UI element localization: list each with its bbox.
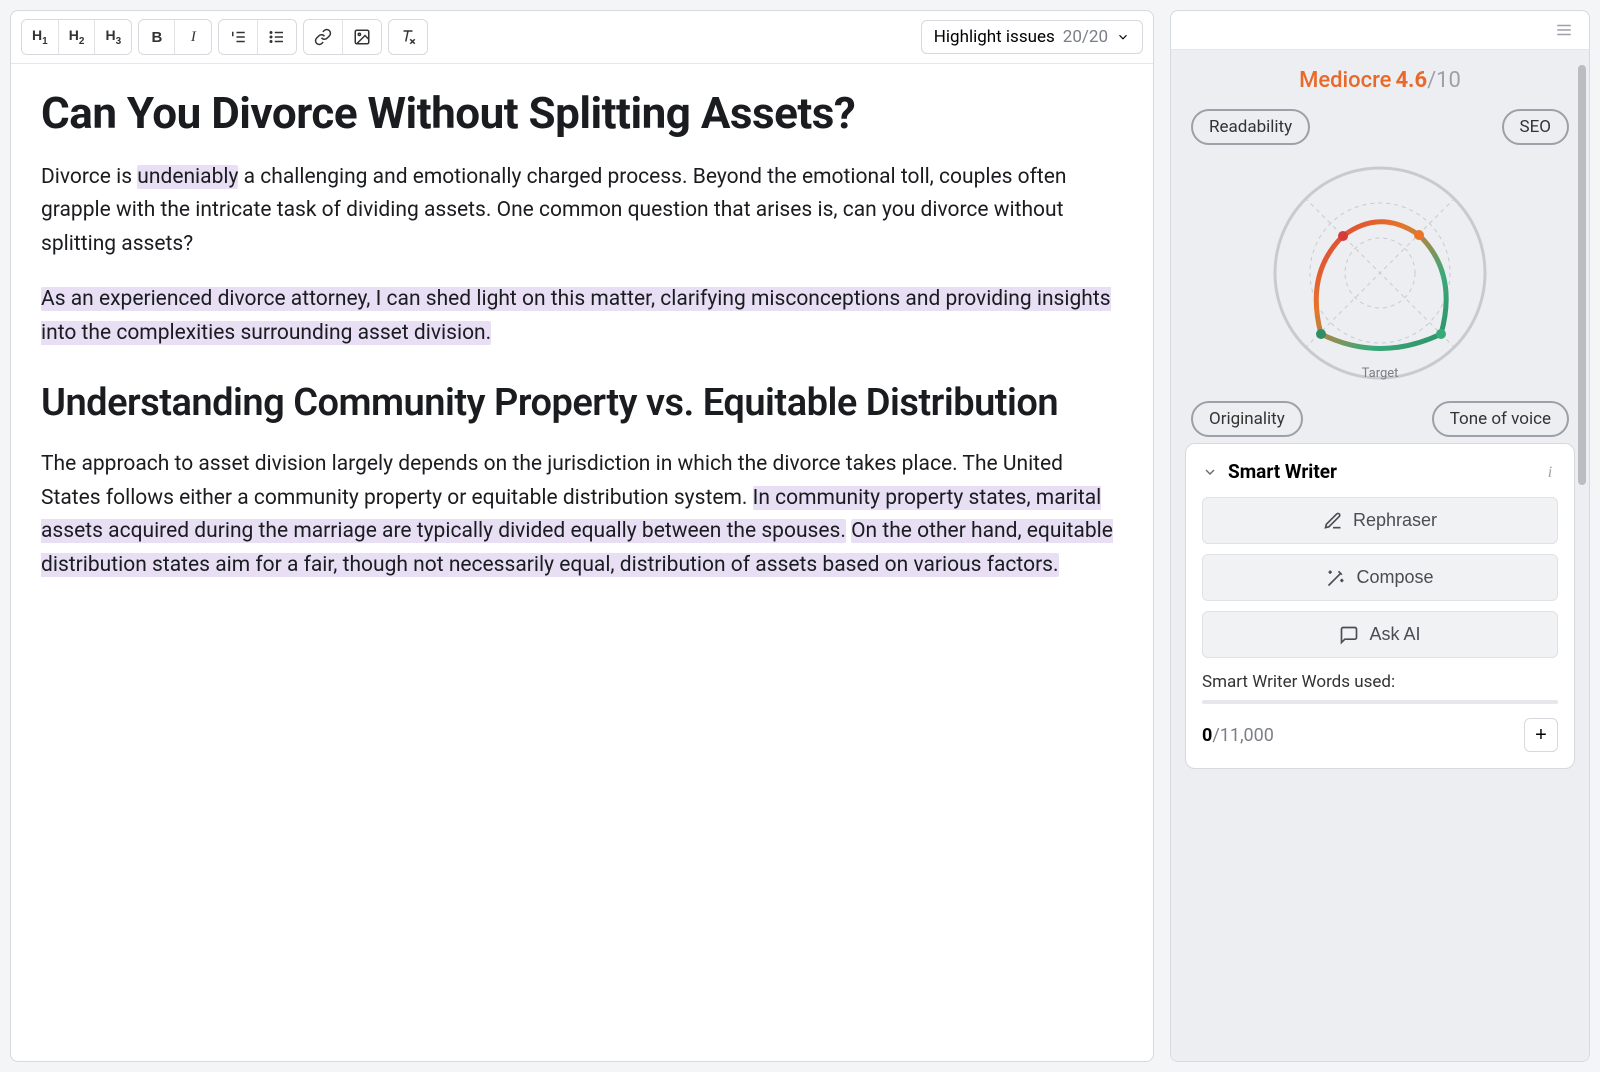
usage-row: 0/11,000 + [1202, 718, 1558, 752]
smart-writer-header[interactable]: Smart Writer i [1202, 460, 1558, 483]
h3-button[interactable]: H3 [95, 20, 131, 54]
side-body: Mediocre 4.6/10 Readability SEO Original… [1171, 50, 1589, 1061]
menu-icon[interactable] [1553, 21, 1575, 39]
compose-button[interactable]: Compose [1202, 554, 1558, 601]
score-max: /10 [1427, 68, 1461, 93]
paragraph: The approach to asset division largely d… [41, 448, 1123, 582]
tone-pill[interactable]: Tone of voice [1432, 401, 1569, 437]
clear-format-icon [399, 28, 417, 46]
editor-content[interactable]: Can You Divorce Without Splitting Assets… [11, 64, 1153, 1061]
italic-button[interactable]: I [175, 20, 211, 54]
ask-ai-button[interactable]: Ask AI [1202, 611, 1558, 658]
info-icon[interactable]: i [1542, 464, 1558, 480]
radar-chart: Readability SEO Originality Tone of voic… [1185, 103, 1575, 443]
bold-button[interactable]: B [139, 20, 175, 54]
target-label: Target [1362, 366, 1399, 381]
scrollbar[interactable] [1578, 65, 1586, 485]
originality-pill[interactable]: Originality [1191, 401, 1303, 437]
radar-chart-svg [1260, 153, 1500, 393]
unordered-list-button[interactable] [258, 20, 296, 54]
smart-writer-title: Smart Writer [1228, 460, 1532, 483]
ordered-list-button[interactable] [219, 20, 258, 54]
rephraser-button[interactable]: Rephraser [1202, 497, 1558, 544]
readability-pill[interactable]: Readability [1191, 109, 1310, 145]
clear-group [388, 19, 428, 55]
paragraph: Divorce is undeniably a challenging and … [41, 161, 1123, 262]
highlight-label: Highlight issues [934, 27, 1055, 47]
issue-highlight[interactable]: As an experienced divorce attorney, I ca… [41, 287, 1111, 345]
ordered-list-icon [229, 28, 247, 46]
chevron-down-icon [1116, 30, 1130, 44]
image-button[interactable] [343, 20, 381, 54]
add-words-button[interactable]: + [1524, 718, 1558, 752]
highlight-count: 20/20 [1063, 27, 1108, 47]
usage-label: Smart Writer Words used: [1202, 672, 1558, 692]
score-display: Mediocre 4.6/10 [1185, 68, 1575, 93]
smart-writer-card: Smart Writer i Rephraser Compose Ask AI … [1185, 443, 1575, 769]
unordered-list-icon [268, 28, 286, 46]
side-panel: Mediocre 4.6/10 Readability SEO Original… [1170, 10, 1590, 1062]
link-button[interactable] [304, 20, 343, 54]
chat-icon [1339, 625, 1359, 645]
editor-toolbar: H1 H2 H3 B I [11, 11, 1153, 64]
image-icon [353, 28, 371, 46]
document-title: Can You Divorce Without Splitting Assets… [41, 88, 1123, 139]
usage-count: 0/11,000 [1202, 725, 1274, 746]
score-label: Mediocre [1299, 68, 1391, 93]
issue-highlight[interactable]: undeniably [137, 165, 238, 189]
seo-pill[interactable]: SEO [1502, 109, 1569, 145]
format-group: B I [138, 19, 212, 55]
heading-group: H1 H2 H3 [21, 19, 132, 55]
heading-2: Understanding Community Property vs. Equ… [41, 381, 1123, 427]
highlight-issues-dropdown[interactable]: Highlight issues 20/20 [921, 20, 1143, 54]
usage-bar [1202, 700, 1558, 704]
link-icon [314, 28, 332, 46]
edit-icon [1323, 511, 1343, 531]
h2-button[interactable]: H2 [59, 20, 96, 54]
h1-button[interactable]: H1 [22, 20, 59, 54]
insert-group [303, 19, 382, 55]
score-value: 4.6 [1395, 68, 1427, 93]
wand-icon [1326, 568, 1346, 588]
clear-format-button[interactable] [389, 20, 427, 54]
paragraph: As an experienced divorce attorney, I ca… [41, 283, 1123, 350]
chevron-down-icon [1202, 464, 1218, 480]
editor-panel: H1 H2 H3 B I [10, 10, 1154, 1062]
side-header [1171, 11, 1589, 50]
list-group [218, 19, 297, 55]
